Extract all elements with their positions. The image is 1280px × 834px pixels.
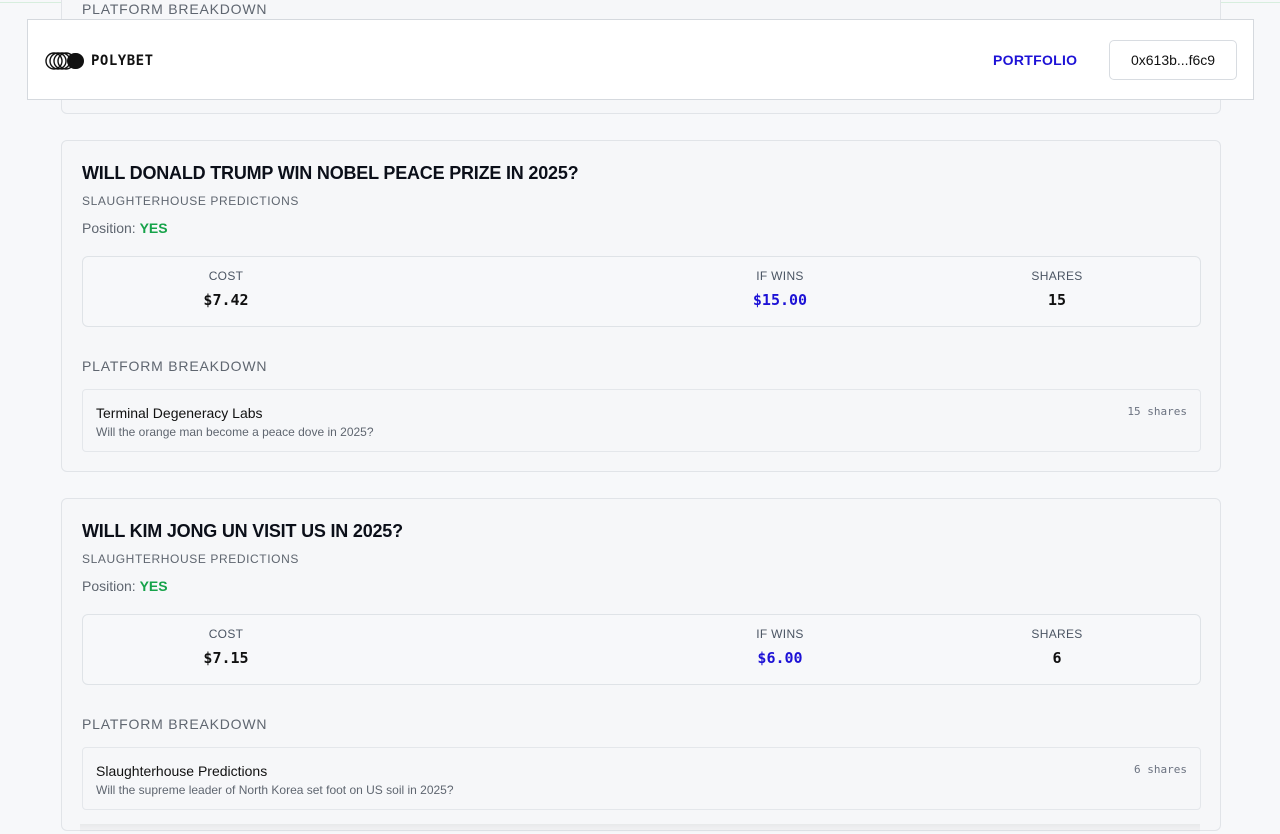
if-wins-label: IF WINS — [756, 269, 804, 283]
cost-stat: COST $7.15 — [146, 627, 306, 667]
logo-text: POLYBET — [91, 53, 154, 69]
platform-breakdown-title: PLATFORM BREAKDOWN — [82, 358, 268, 374]
platform-market-description: Will the supreme leader of North Korea s… — [96, 783, 454, 797]
platform-shares: 15 shares — [1127, 405, 1187, 418]
position-line: Position: YES — [82, 578, 168, 594]
shares-stat: SHARES 15 — [977, 269, 1137, 309]
position-value: YES — [139, 220, 168, 236]
shares-label: SHARES — [1031, 269, 1083, 283]
cost-stat: COST $7.42 — [146, 269, 306, 309]
platform-shares: 6 shares — [1134, 763, 1187, 776]
shares-label: SHARES — [1031, 627, 1083, 641]
if-wins-value: $6.00 — [757, 649, 803, 667]
market-title: WILL KIM JONG UN VISIT US IN 2025? — [82, 521, 403, 541]
platform-name: Slaughterhouse Predictions — [96, 763, 268, 779]
cost-value: $7.42 — [203, 291, 249, 309]
shares-stat: SHARES 6 — [977, 627, 1137, 667]
platform-breakdown-title: PLATFORM BREAKDOWN — [82, 716, 268, 732]
position-card: WILL DONALD TRUMP WIN NOBEL PEACE PRIZE … — [61, 140, 1221, 472]
position-label: Position: — [82, 220, 136, 236]
if-wins-value: $15.00 — [752, 291, 808, 309]
shares-value: 15 — [1047, 291, 1067, 309]
platform-breakdown-row[interactable]: Terminal Degeneracy Labs Will the orange… — [82, 389, 1201, 452]
nav-portfolio-link[interactable]: PORTFOLIO — [993, 52, 1077, 68]
bottom-shadow — [80, 824, 1200, 834]
cost-value: $7.15 — [203, 649, 249, 667]
position-card: WILL KIM JONG UN VISIT US IN 2025? SLAUG… — [61, 498, 1221, 831]
position-line: Position: YES — [82, 220, 168, 236]
cost-label: COST — [208, 269, 244, 283]
platform-breakdown-row[interactable]: Slaughterhouse Predictions Will the supr… — [82, 747, 1201, 810]
platform-name: Terminal Degeneracy Labs — [96, 405, 263, 421]
if-wins-stat: IF WINS $15.00 — [700, 269, 860, 309]
logo-icon — [45, 52, 85, 70]
platform-market-description: Will the orange man become a peace dove … — [96, 425, 374, 439]
market-source: SLAUGHTERHOUSE PREDICTIONS — [82, 552, 299, 566]
cost-label: COST — [208, 627, 244, 641]
wallet-address-button[interactable]: 0x613b...f6c9 — [1109, 40, 1237, 80]
logo[interactable]: POLYBET — [45, 52, 154, 70]
position-label: Position: — [82, 578, 136, 594]
position-stats: COST $7.15 IF WINS $6.00 SHARES 6 — [82, 614, 1201, 685]
portfolio-page: PLATFORM BREAKDOWN POLYBET PORTFOLIO 0x6… — [0, 0, 1280, 834]
position-stats: COST $7.42 IF WINS $15.00 SHARES 15 — [82, 256, 1201, 327]
if-wins-label: IF WINS — [756, 627, 804, 641]
shares-value: 6 — [1052, 649, 1062, 667]
if-wins-stat: IF WINS $6.00 — [700, 627, 860, 667]
market-source: SLAUGHTERHOUSE PREDICTIONS — [82, 194, 299, 208]
market-title: WILL DONALD TRUMP WIN NOBEL PEACE PRIZE … — [82, 163, 579, 183]
top-nav-bar: POLYBET PORTFOLIO 0x613b...f6c9 — [27, 19, 1254, 100]
platform-breakdown-title: PLATFORM BREAKDOWN — [82, 1, 268, 17]
position-value: YES — [139, 578, 168, 594]
